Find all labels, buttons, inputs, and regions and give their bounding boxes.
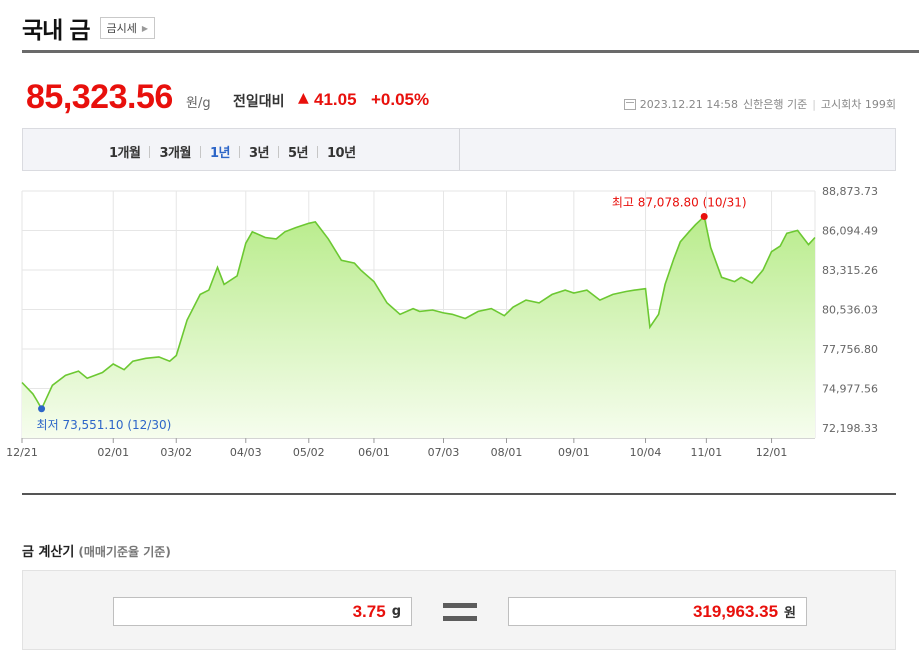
period-separator xyxy=(199,145,201,158)
up-triangle-icon: ▲ xyxy=(298,90,309,106)
period-bar-divider xyxy=(459,129,460,170)
x-tick-label: 02/01 xyxy=(97,446,129,459)
period-separator xyxy=(277,145,279,158)
period-tab[interactable]: 10년 xyxy=(327,142,356,161)
min-label: 최저 73,551.10 (12/30) xyxy=(37,418,172,432)
price-area xyxy=(22,216,815,438)
price-unit: 원/g xyxy=(186,96,211,111)
title-divider xyxy=(22,50,919,53)
price-summary: 85,323.56 원/g 전일대비 ▲ 41.05 +0.05% 2023.1… xyxy=(26,78,896,118)
won-unit: 원 xyxy=(784,606,796,621)
gold-price-link-label: 금시세 xyxy=(106,22,137,35)
y-tick-label: 72,198.33 xyxy=(822,422,878,435)
x-tick-label: 12/21 xyxy=(6,446,38,459)
chevron-right-icon: ▶ xyxy=(141,23,149,33)
x-tick-label: 09/01 xyxy=(558,446,590,459)
y-tick-label: 83,315.26 xyxy=(822,264,878,277)
x-tick-label: 03/02 xyxy=(160,446,192,459)
period-tab[interactable]: 3년 xyxy=(249,142,270,161)
x-tick-label: 04/03 xyxy=(230,446,262,459)
price-meta: 2023.12.21 14:58 신한은행 기준 | 고시회차 199회 xyxy=(623,96,896,112)
price-chart: 88,873.73 86,094.49 83,315.26 80,536.03 77,7… xyxy=(0,178,919,468)
x-tick-label: 05/02 xyxy=(293,446,325,459)
period-tab[interactable]: 5년 xyxy=(288,142,309,161)
period-tab[interactable]: 1년 xyxy=(210,142,231,161)
x-tick-label: 10/04 xyxy=(630,446,662,459)
period-separator xyxy=(238,145,240,158)
y-tick-label: 86,094.49 xyxy=(822,225,878,238)
grams-unit: g xyxy=(391,604,401,619)
min-point-marker xyxy=(38,405,46,413)
x-tick-label: 06/01 xyxy=(358,446,390,459)
calculator-subtitle: (매매기준율 기준) xyxy=(78,545,171,559)
period-tab[interactable]: 1개월 xyxy=(109,142,141,161)
gold-price-link[interactable]: 금시세 ▶ xyxy=(99,17,156,39)
current-price: 85,323.56 xyxy=(26,78,173,116)
price-chart-svg: 88,873.73 86,094.49 83,315.26 80,536.03 77,7… xyxy=(6,185,878,459)
equals-icon xyxy=(443,603,477,621)
period-separator xyxy=(316,145,318,158)
period-tab[interactable]: 3개월 xyxy=(159,142,191,161)
notice-count: 고시회차 199회 xyxy=(820,98,896,111)
y-tick-label: 74,977.56 xyxy=(822,383,878,396)
period-separator xyxy=(149,145,151,158)
price-source: 신한은행 기준 xyxy=(742,98,808,111)
won-value: 319,963.35 xyxy=(692,601,779,621)
change-amount: 41.05 xyxy=(314,90,357,109)
change-percent: +0.05% xyxy=(371,90,430,109)
x-tick-label: 08/01 xyxy=(491,446,523,459)
max-point-marker xyxy=(700,213,708,221)
calculator-heading: 금 계산기 (매매기준율 기준) xyxy=(22,541,171,560)
calendar-icon xyxy=(623,98,636,110)
x-tick-label: 11/01 xyxy=(691,446,723,459)
grams-input[interactable]: 3.75 g xyxy=(113,597,412,626)
period-tabs: 1개월 3개월 1년 3년 5년 10년 xyxy=(109,142,356,161)
meta-separator: | xyxy=(812,97,816,111)
y-tick-label: 77,756.80 xyxy=(822,343,878,356)
page-title: 국내 금 xyxy=(22,18,90,44)
x-tick-label: 12/01 xyxy=(756,446,788,459)
won-input[interactable]: 319,963.35 원 xyxy=(508,597,807,626)
period-selector: 1개월 3개월 1년 3년 5년 10년 xyxy=(22,128,896,171)
gold-calculator: 3.75 g 319,963.35 원 xyxy=(22,570,896,650)
grams-value: 3.75 xyxy=(352,601,386,621)
x-tick-label: 07/03 xyxy=(428,446,460,459)
chart-bottom-divider xyxy=(22,493,896,495)
header: 국내 금 금시세 ▶ xyxy=(22,10,156,46)
max-label: 최고 87,078.80 (10/31) xyxy=(612,196,747,210)
price-date: 2023.12.21 14:58 xyxy=(639,97,738,111)
calculator-title: 금 계산기 xyxy=(22,545,75,560)
y-tick-label: 80,536.03 xyxy=(822,304,878,317)
y-tick-label: 88,873.73 xyxy=(822,185,878,198)
change-label: 전일대비 xyxy=(233,94,285,110)
